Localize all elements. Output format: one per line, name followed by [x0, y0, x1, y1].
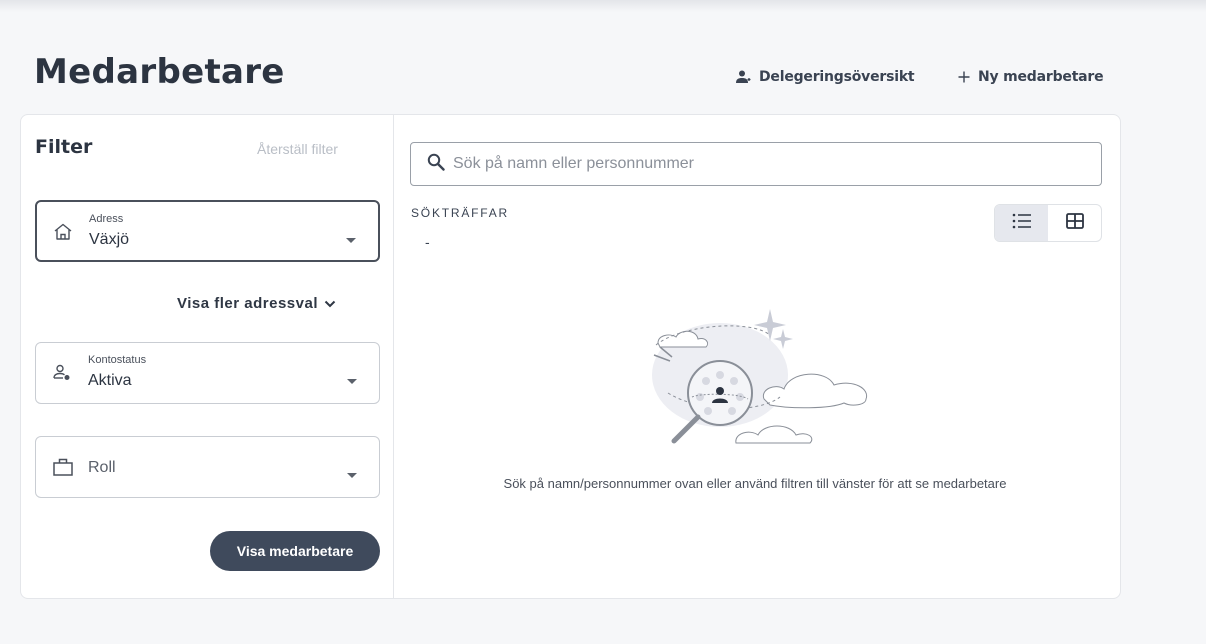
caret-down-icon	[347, 371, 357, 389]
grid-view-button[interactable]	[1048, 205, 1101, 241]
panel-divider	[393, 115, 394, 598]
search-box	[410, 142, 1102, 186]
role-placeholder: Roll	[88, 459, 116, 476]
address-label: Adress	[89, 213, 124, 225]
grid-icon	[1065, 212, 1084, 234]
role-select[interactable]: Roll	[35, 436, 380, 498]
filter-title: Filter	[35, 136, 93, 158]
results-count: -	[425, 234, 430, 250]
person-add-icon	[735, 70, 751, 84]
new-employee-button[interactable]: Ny medarbetare	[958, 69, 1104, 85]
list-icon	[1012, 213, 1032, 234]
chevron-down-icon	[324, 295, 336, 312]
reset-filter-link[interactable]: Återställ filter	[257, 141, 338, 157]
address-value: Växjö	[89, 231, 130, 248]
home-icon	[53, 222, 73, 247]
search-input[interactable]	[453, 155, 1053, 173]
list-view-button[interactable]	[995, 205, 1048, 241]
top-bar-shadow	[0, 0, 1206, 12]
view-mode-toggle	[994, 204, 1102, 242]
search-icon	[411, 153, 445, 176]
delegation-overview-link[interactable]: Delegeringsöversikt	[735, 69, 915, 85]
plus-icon	[958, 71, 970, 83]
page-title: Medarbetare	[34, 52, 285, 92]
new-employee-label: Ny medarbetare	[978, 69, 1104, 85]
more-address-options-toggle[interactable]: Visa fler adressval	[177, 295, 336, 312]
account-status-select[interactable]: Kontostatus Aktiva	[35, 342, 380, 404]
person-status-icon	[52, 363, 72, 388]
show-employees-button[interactable]: Visa medarbetare	[210, 531, 380, 571]
briefcase-icon	[52, 457, 74, 482]
account-status-value: Aktiva	[88, 372, 132, 389]
account-status-label: Kontostatus	[88, 354, 147, 366]
results-label: SÖKTRÄFFAR	[411, 206, 510, 220]
delegation-overview-label: Delegeringsöversikt	[759, 69, 915, 85]
address-select[interactable]: Adress Växjö	[35, 200, 380, 262]
caret-down-icon	[347, 465, 357, 483]
caret-down-icon	[346, 230, 356, 248]
empty-state-message: Sök på namn/personnummer ovan eller anvä…	[503, 476, 1007, 491]
empty-state-illustration	[640, 305, 880, 460]
more-address-label: Visa fler adressval	[177, 295, 318, 312]
